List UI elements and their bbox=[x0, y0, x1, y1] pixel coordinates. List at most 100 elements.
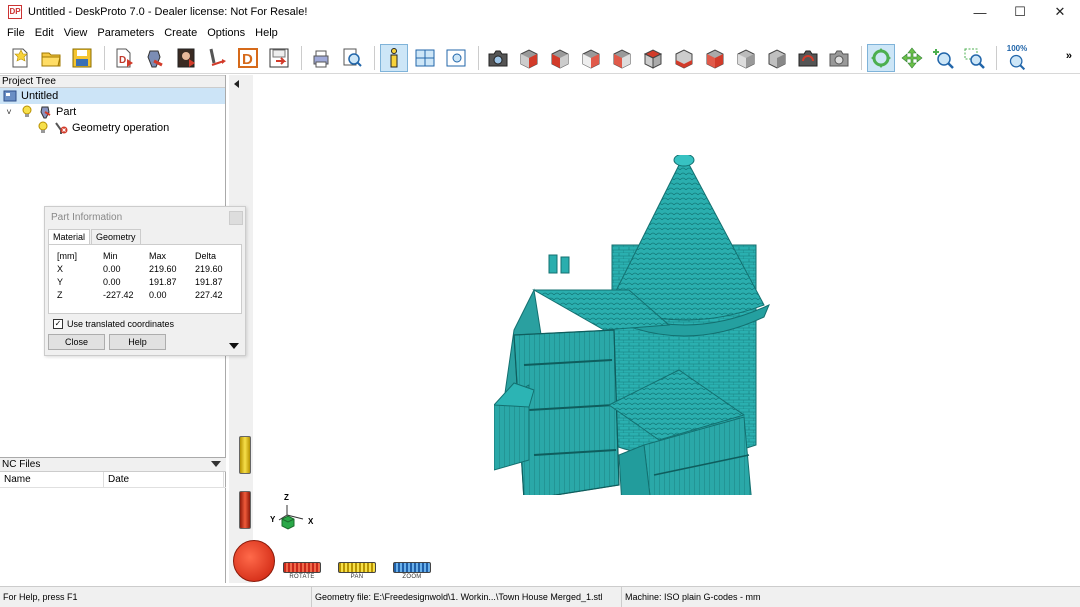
window-title: Untitled - DeskProto 7.0 - Dealer licens… bbox=[28, 6, 308, 18]
toolbar-overflow-button[interactable]: » bbox=[1066, 50, 1072, 62]
vector-button[interactable] bbox=[203, 44, 231, 72]
pan-control[interactable]: PAN bbox=[338, 562, 376, 580]
lightbulb-icon[interactable] bbox=[36, 121, 50, 135]
axis-cube-icon bbox=[278, 505, 304, 530]
table-cell: 227.42 bbox=[195, 289, 223, 300]
view-iso-1-button[interactable] bbox=[701, 44, 729, 72]
dialog-help-button[interactable]: Help bbox=[109, 334, 166, 350]
dxf-button[interactable]: D bbox=[234, 44, 262, 72]
lightbulb-icon[interactable] bbox=[20, 105, 34, 119]
views-button[interactable] bbox=[411, 44, 439, 72]
cube-gray-icon bbox=[737, 48, 755, 69]
pan-mode-button[interactable] bbox=[898, 44, 926, 72]
view-left-button[interactable] bbox=[608, 44, 636, 72]
app-logo-icon: DP bbox=[8, 5, 22, 19]
zoom-window-button[interactable] bbox=[960, 44, 988, 72]
pan-slider-vertical[interactable] bbox=[239, 436, 251, 474]
dropdown-arrow-icon[interactable] bbox=[211, 461, 221, 467]
tree-item-label: Geometry operation bbox=[72, 122, 170, 134]
minimize-button[interactable]: — bbox=[960, 0, 1000, 24]
toolbar-separator bbox=[996, 45, 997, 70]
tab-material[interactable]: Material bbox=[48, 229, 91, 244]
new-file-icon bbox=[12, 48, 28, 67]
camera-button[interactable] bbox=[484, 44, 512, 72]
tree-item-project[interactable]: Untitled bbox=[0, 88, 225, 104]
print-preview-button[interactable] bbox=[338, 44, 366, 72]
view-back-button[interactable] bbox=[546, 44, 574, 72]
print-button[interactable] bbox=[307, 44, 335, 72]
bitmap-button[interactable] bbox=[172, 44, 200, 72]
rotate-mode-button[interactable] bbox=[867, 43, 895, 72]
view-front-button[interactable] bbox=[515, 44, 543, 72]
zoom-slider-vertical[interactable] bbox=[239, 491, 251, 529]
camera-icon bbox=[488, 50, 508, 66]
zoom-window-view-button[interactable] bbox=[442, 44, 470, 72]
part-info-button[interactable] bbox=[380, 43, 408, 72]
tab-geometry[interactable]: Geometry bbox=[91, 229, 141, 244]
table-cell: 219.60 bbox=[149, 263, 177, 274]
toolbar-separator bbox=[104, 45, 105, 70]
view-bottom-button[interactable] bbox=[670, 44, 698, 72]
main-toolbar: D D 100% » bbox=[0, 42, 1080, 74]
camera-rotate-button[interactable] bbox=[794, 44, 822, 72]
dialog-close-box[interactable] bbox=[229, 211, 243, 225]
view-top-button[interactable] bbox=[639, 44, 667, 72]
tree-item-part[interactable]: ˅ Part bbox=[0, 104, 225, 120]
menu-file[interactable]: File bbox=[2, 27, 30, 39]
menu-view[interactable]: View bbox=[59, 27, 93, 39]
collapse-panel-icon[interactable] bbox=[234, 80, 239, 88]
table-cell: 0.00 bbox=[103, 276, 121, 287]
load-geometry-icon: D bbox=[116, 48, 133, 67]
column-header-date[interactable]: Date bbox=[104, 472, 224, 487]
pan-slider[interactable] bbox=[338, 562, 376, 573]
3d-viewport[interactable]: Z Y X ROTATE PAN ZOOM bbox=[229, 75, 1080, 583]
column-header: Delta bbox=[195, 250, 217, 261]
chevron-down-icon[interactable]: ˅ bbox=[4, 107, 14, 117]
column-header-name[interactable]: Name bbox=[0, 472, 104, 487]
zoom-control[interactable]: ZOOM bbox=[393, 562, 431, 580]
load-geometry-button[interactable]: D bbox=[110, 44, 138, 72]
print-preview-icon bbox=[343, 48, 362, 67]
dialog-expand-arrow-icon[interactable] bbox=[229, 343, 239, 349]
menu-create[interactable]: Create bbox=[159, 27, 202, 39]
nc-files-header[interactable]: NC Files bbox=[0, 458, 226, 472]
view-iso-2-button[interactable] bbox=[732, 44, 760, 72]
camera-settings-button[interactable] bbox=[825, 44, 853, 72]
zoom-100-button[interactable]: 100% bbox=[1002, 44, 1032, 72]
pan-arrows-icon bbox=[901, 47, 923, 68]
menu-options[interactable]: Options bbox=[202, 27, 250, 39]
toolbar-separator bbox=[374, 45, 375, 70]
save-button[interactable] bbox=[68, 44, 96, 72]
3d-model-town-house bbox=[494, 155, 770, 495]
view-iso-3-button[interactable] bbox=[763, 44, 791, 72]
table-row: X 0.00 219.60 219.60 bbox=[57, 262, 241, 275]
rotate-dial[interactable] bbox=[233, 540, 275, 582]
open-file-button[interactable] bbox=[37, 44, 65, 72]
maximize-button[interactable]: ☐ bbox=[1000, 0, 1040, 24]
tree-item-geometry-operation[interactable]: Geometry operation bbox=[0, 120, 225, 136]
operation-error-icon bbox=[54, 121, 68, 135]
new-file-button[interactable] bbox=[6, 44, 34, 72]
tree-item-label: Untitled bbox=[21, 90, 59, 102]
column-header: Min bbox=[103, 250, 118, 261]
translated-coordinates-checkbox[interactable]: ✓ Use translated coordinates bbox=[53, 318, 245, 330]
view-right-button[interactable] bbox=[577, 44, 605, 72]
close-button[interactable]: ✕ bbox=[1040, 0, 1080, 24]
rotate-control[interactable]: ROTATE bbox=[283, 562, 321, 580]
dialog-tabs: Material Geometry bbox=[45, 229, 245, 244]
dialog-title-text: Part Information bbox=[51, 212, 123, 223]
save-nc-button[interactable] bbox=[265, 44, 293, 72]
zoom-in-button[interactable] bbox=[929, 44, 957, 72]
cube-front-icon bbox=[520, 48, 538, 69]
zoom-slider[interactable] bbox=[393, 562, 431, 573]
checkbox-checked-icon[interactable]: ✓ bbox=[53, 319, 63, 329]
menu-help[interactable]: Help bbox=[250, 27, 283, 39]
column-header: [mm] bbox=[57, 250, 77, 261]
menu-edit[interactable]: Edit bbox=[30, 27, 59, 39]
menu-parameters[interactable]: Parameters bbox=[92, 27, 159, 39]
rotate-slider[interactable] bbox=[283, 562, 321, 573]
column-header: Max bbox=[149, 250, 167, 261]
part-parameters-button[interactable] bbox=[141, 44, 169, 72]
dxf-icon: D bbox=[238, 47, 258, 68]
dialog-close-button[interactable]: Close bbox=[48, 334, 105, 350]
